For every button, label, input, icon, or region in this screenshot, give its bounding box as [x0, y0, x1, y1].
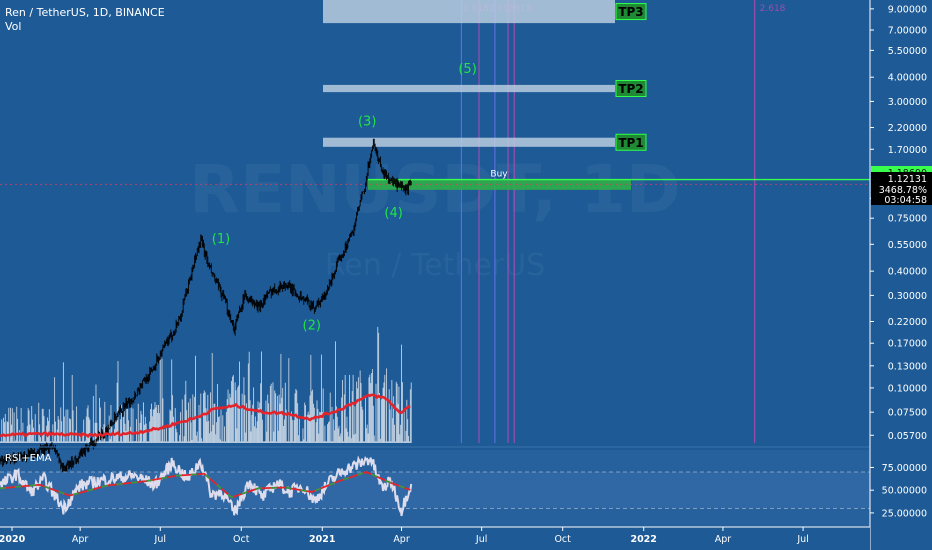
price-tick-label: 0.07500 [888, 408, 927, 419]
price-tick-label: 0.10000 [888, 383, 927, 394]
watermark-name: Ren / TetherUS [325, 248, 545, 283]
time-tick-label: Jul [154, 534, 166, 545]
time-tick-label: Apr [715, 534, 732, 545]
wave-label: (4) [384, 206, 402, 221]
price-tick-label: 7.00000 [888, 26, 927, 37]
time-tick-label: Oct [233, 534, 250, 545]
tp3-label: TP3 [618, 5, 643, 19]
rsi-tick-label: 25.00000 [882, 508, 927, 519]
price-tick-label: 9.00000 [888, 4, 927, 15]
time-tick-label: 2020 [0, 534, 26, 545]
price-tick-label: 0.13000 [888, 361, 927, 372]
time-tick-label: Jul [475, 534, 487, 545]
time-tick-label: Apr [393, 534, 410, 545]
rsi-title: RSI+EMA [5, 453, 52, 464]
tp2-label: TP2 [618, 82, 643, 96]
buy-label: Buy [490, 170, 508, 180]
wave-label: (3) [358, 115, 376, 130]
tp1-bar [323, 137, 615, 147]
price-tick-label: 0.05700 [888, 431, 927, 442]
price-tick-label: 1.70000 [888, 145, 927, 156]
price-tick-label: 0.75000 [888, 214, 927, 225]
chart-canvas[interactable]: RENUSDT, 1D Ren / TetherUS 2.6182.618618… [0, 0, 932, 550]
symbol-header[interactable]: Ren / TetherUS, 1D, BINANCE [5, 6, 165, 19]
time-tick-label: Oct [554, 534, 571, 545]
price-tick-label: 0.17000 [888, 339, 927, 350]
last-price-text: 1.12131 [888, 174, 927, 185]
wave-label: (1) [212, 232, 230, 247]
wave-label: (5) [458, 62, 476, 77]
fib-label-right: 2.618 [760, 4, 786, 14]
countdown-text: 03:04:58 [884, 195, 927, 206]
rsi-tick-label: 50.00000 [882, 486, 927, 497]
tp3-bar [323, 0, 615, 24]
price-tick-label: 3.00000 [888, 97, 927, 108]
volume-header[interactable]: Vol [5, 20, 21, 33]
price-tick-label: 4.00000 [888, 73, 927, 84]
price-tick-label: 0.55000 [888, 240, 927, 251]
tp1-label: TP1 [618, 136, 643, 150]
price-tick-label: 2.20000 [888, 123, 927, 134]
wave-label: (2) [303, 319, 321, 334]
price-tick-label: 0.30000 [888, 291, 927, 302]
tp2-bar [323, 84, 615, 93]
time-tick-label: 2021 [309, 534, 335, 545]
price-tick-label: 0.22000 [888, 317, 927, 328]
time-tick-label: 2022 [630, 534, 656, 545]
time-axis-panel[interactable] [0, 527, 870, 550]
time-tick-label: Jul [796, 534, 808, 545]
price-tick-label: 5.50000 [888, 46, 927, 57]
time-tick-label: Apr [72, 534, 89, 545]
rsi-tick-label: 75.00000 [882, 463, 927, 474]
price-tick-label: 0.40000 [888, 267, 927, 278]
